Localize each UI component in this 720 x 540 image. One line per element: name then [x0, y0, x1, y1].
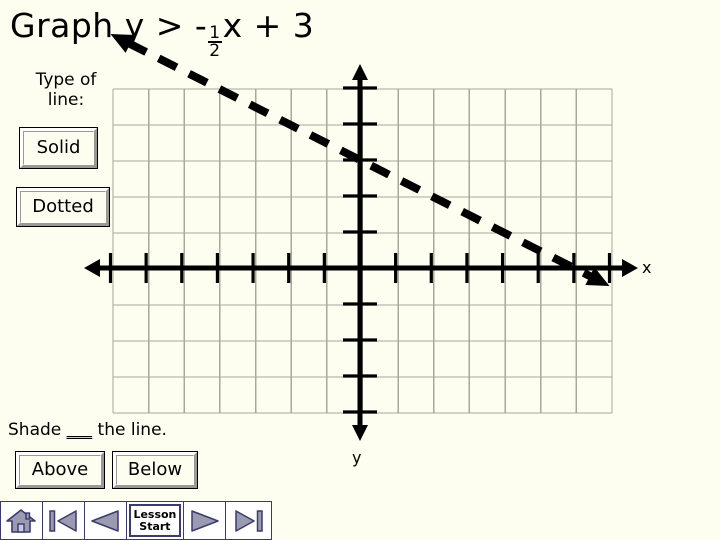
solid-button[interactable]: Solid	[20, 128, 97, 168]
home-button[interactable]	[1, 502, 43, 539]
x-axis-label: x	[642, 258, 652, 277]
previous-slide-icon	[91, 509, 119, 532]
type-of-line-label-line1: Type of	[35, 70, 97, 90]
first-slide-icon	[49, 509, 78, 532]
first-slide-button[interactable]	[42, 502, 85, 539]
title-prefix: Graph y > -	[10, 6, 208, 45]
lesson-start-line1: Lesson	[133, 508, 177, 522]
slide-canvas: Graph y > -12x + 3 Type of line: Solid D…	[0, 0, 720, 540]
y-axis-label: y	[352, 448, 362, 467]
page-title: Graph y > -12x + 3	[10, 6, 315, 62]
shade-prompt-blank: ___	[66, 420, 93, 440]
shade-prompt-after: the line.	[92, 420, 167, 440]
type-of-line-label: Type of line:	[16, 70, 116, 110]
below-button-label: Below	[127, 459, 183, 480]
lesson-start-button[interactable]: Lesson Start	[126, 502, 185, 539]
fraction-numerator: 1	[209, 23, 221, 44]
above-button-inner: Above	[19, 455, 101, 485]
above-button-label: Above	[31, 459, 89, 480]
home-icon	[6, 508, 37, 533]
lesson-start-box: Lesson Start	[128, 504, 181, 537]
next-slide-button[interactable]	[184, 502, 227, 539]
shade-prompt-before: Shade	[8, 420, 67, 440]
type-of-line-label-line2: line:	[47, 90, 85, 111]
last-slide-icon	[234, 509, 263, 532]
lesson-start-line2: Start	[139, 519, 171, 533]
grid-lines	[112, 88, 613, 414]
title-fraction: 12	[208, 23, 222, 62]
navigation-bar: Lesson Start	[0, 501, 272, 540]
last-slide-button[interactable]	[226, 502, 271, 539]
title-suffix: x + 3	[222, 6, 315, 45]
axis-ticks	[108, 86, 612, 414]
previous-slide-button[interactable]	[84, 502, 127, 539]
solid-button-label: Solid	[36, 137, 81, 158]
inequality-dashed-line	[110, 34, 610, 286]
shade-prompt: Shade ___ the line.	[8, 420, 167, 440]
axes	[84, 64, 638, 441]
next-slide-icon	[190, 509, 219, 532]
dotted-button-inner: Dotted	[20, 191, 106, 223]
below-button-inner: Below	[116, 455, 194, 485]
fraction-denominator: 2	[208, 41, 222, 62]
dotted-button[interactable]: Dotted	[17, 188, 109, 226]
above-button[interactable]: Above	[16, 452, 104, 488]
below-button[interactable]: Below	[113, 452, 197, 488]
dotted-button-label: Dotted	[32, 196, 94, 217]
solid-button-inner: Solid	[23, 131, 94, 165]
